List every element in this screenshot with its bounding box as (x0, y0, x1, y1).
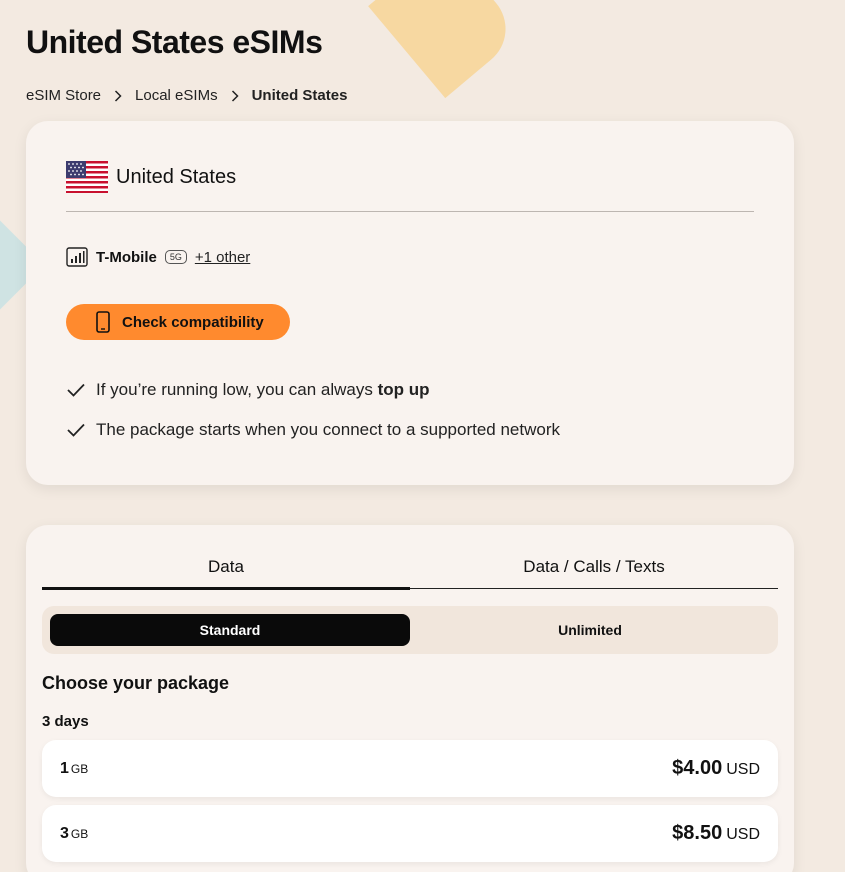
other-networks-link[interactable]: +1 other (195, 249, 250, 266)
tab-data[interactable]: Data (42, 553, 410, 590)
country-name: United States (116, 165, 237, 188)
feature-item: If you’re running low, you can always to… (66, 377, 560, 403)
phone-icon (96, 311, 110, 333)
network-info: T-Mobile 5G +1 other (66, 247, 250, 267)
country-info-card: United States T-Mobile 5G +1 other Check… (26, 121, 794, 485)
chevron-right-icon (111, 89, 125, 102)
plan-type-toggle: Standard Unlimited (42, 606, 778, 654)
page-title: United States eSIMs (26, 24, 323, 60)
duration-label: 3 days (42, 713, 89, 730)
topup-link[interactable]: top up (378, 380, 430, 399)
carrier-name: T-Mobile (96, 248, 157, 266)
us-flag-icon (66, 161, 108, 193)
checkmark-icon (67, 423, 85, 437)
feature-topup-text: If you’re running low, you can always (96, 380, 378, 399)
package-currency: USD (726, 761, 760, 778)
breadcrumb-current: United States (251, 87, 348, 104)
package-price: $4.00 USD (672, 757, 760, 780)
package-size-value: 1 (60, 759, 69, 777)
package-size-unit: GB (70, 761, 89, 776)
package-size: 1 GB (60, 760, 88, 778)
package-option[interactable]: 3 GB $8.50 USD (42, 805, 778, 862)
feature-list: If you’re running low, you can always to… (66, 377, 560, 457)
package-price-value: $4.00 (672, 757, 723, 779)
section-title: Choose your package (42, 673, 230, 693)
breadcrumb-local-esims[interactable]: Local eSIMs (135, 87, 218, 104)
decorative-shape-yellow (368, 0, 522, 99)
breadcrumb: eSIM Store Local eSIMs United States (26, 87, 347, 104)
package-price-value: $8.50 (672, 822, 723, 844)
package-size: 3 GB (60, 825, 88, 843)
feature-item: The package starts when you connect to a… (66, 417, 560, 443)
feature-text: If you’re running low, you can always to… (96, 380, 430, 400)
checkmark-icon (67, 383, 85, 397)
network-badge: 5G (164, 250, 187, 264)
breadcrumb-esim-store[interactable]: eSIM Store (26, 87, 101, 104)
unlimited-toggle[interactable]: Unlimited (410, 614, 770, 646)
package-size-value: 3 (60, 824, 69, 842)
plan-tabs: Data Data / Calls / Texts (42, 553, 778, 590)
divider (66, 211, 754, 212)
package-list: 1 GB $4.00 USD 3 GB $8.50 USD (42, 740, 778, 870)
feature-start-text: The package starts when you connect to a… (96, 420, 560, 439)
package-size-unit: GB (70, 826, 89, 841)
country-header: United States (66, 161, 236, 193)
check-compatibility-button[interactable]: Check compatibility (66, 304, 290, 340)
chevron-right-icon (228, 89, 242, 102)
package-currency: USD (726, 826, 760, 843)
package-option[interactable]: 1 GB $4.00 USD (42, 740, 778, 797)
signal-icon (66, 247, 88, 267)
standard-toggle[interactable]: Standard (50, 614, 410, 646)
check-compatibility-label: Check compatibility (122, 313, 264, 331)
package-selection-card: Data Data / Calls / Texts Standard Unlim… (26, 525, 794, 872)
tab-data-calls-texts[interactable]: Data / Calls / Texts (410, 553, 778, 588)
package-price: $8.50 USD (672, 822, 760, 845)
